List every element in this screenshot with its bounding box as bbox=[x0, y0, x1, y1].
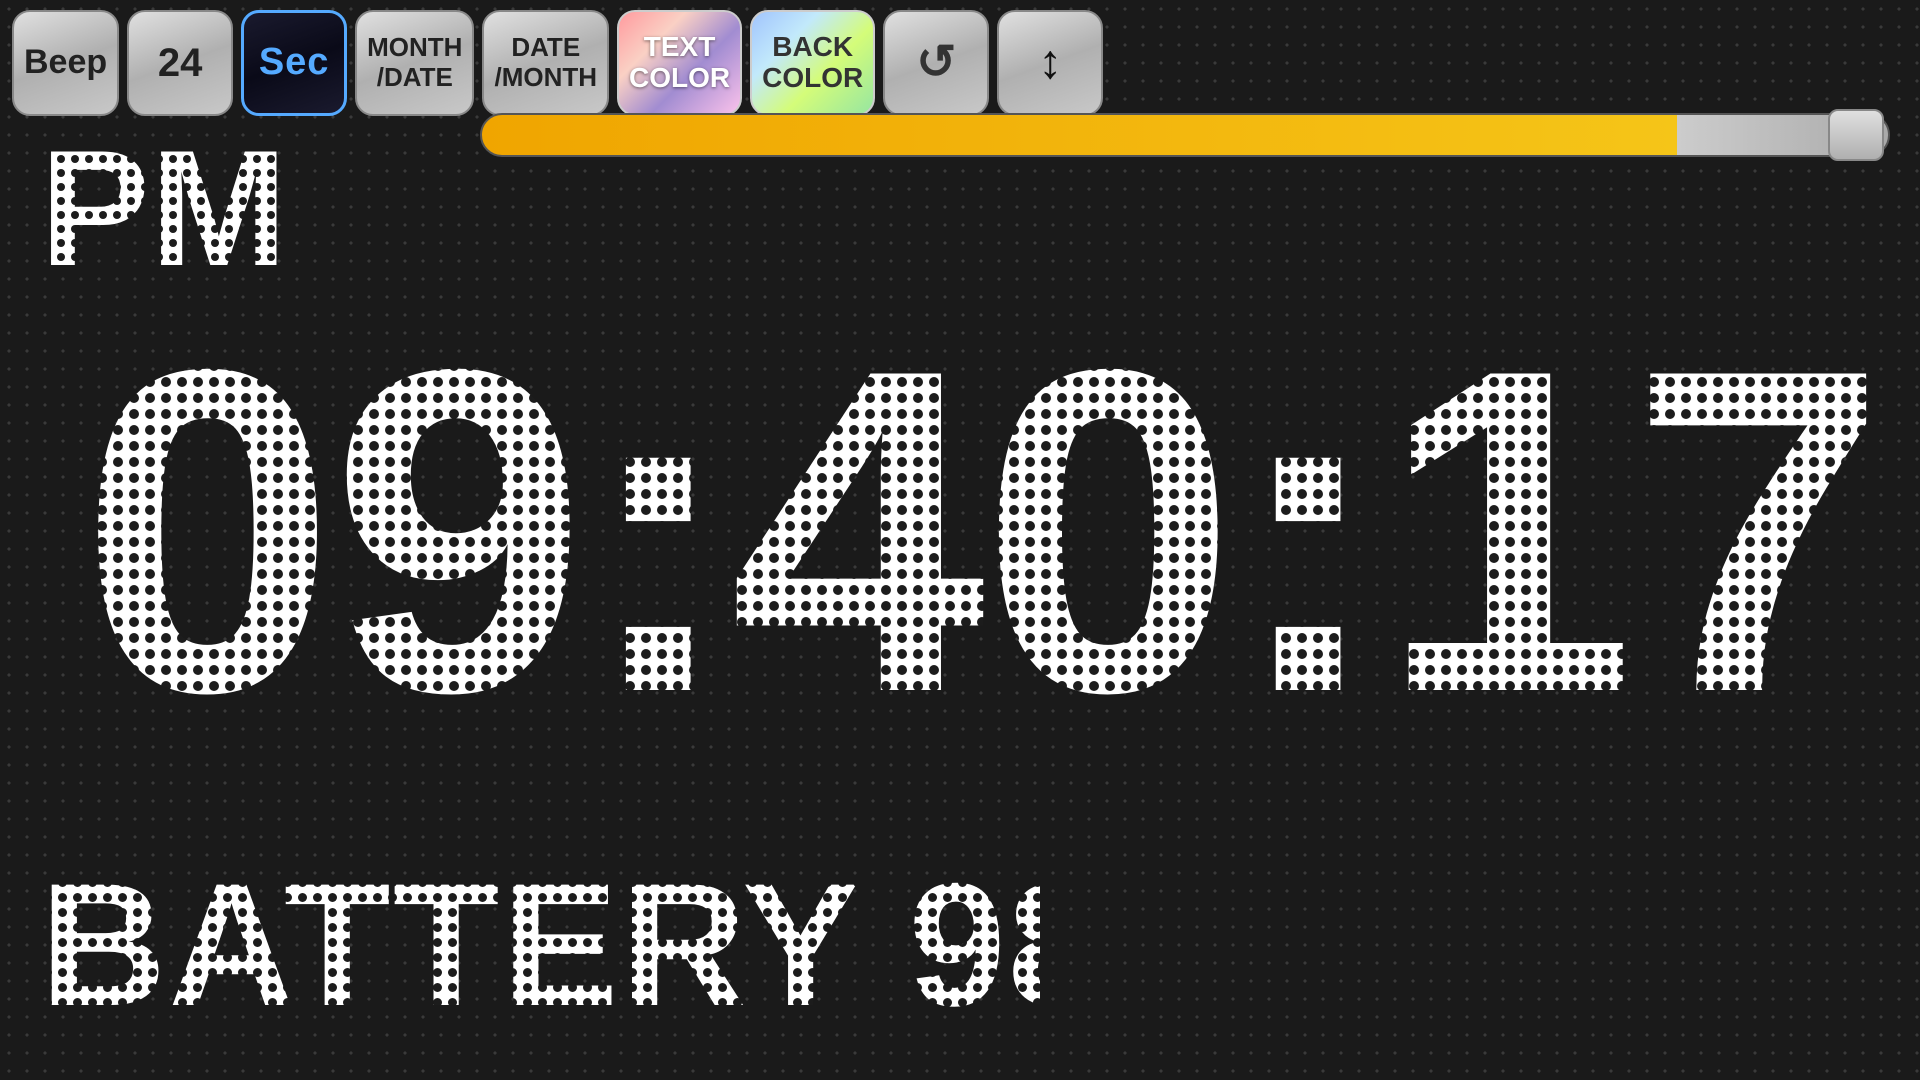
slider-track bbox=[480, 113, 1890, 157]
clock-display: 09:40:17 bbox=[30, 230, 1890, 730]
month-date-button[interactable]: MONTH /DATE bbox=[355, 10, 474, 116]
beep-button[interactable]: Beep bbox=[12, 10, 119, 116]
brightness-slider-area bbox=[480, 100, 1890, 170]
slider-thumb[interactable] bbox=[1828, 109, 1884, 161]
sec-button[interactable]: Sec bbox=[241, 10, 347, 116]
battery-display: BATTERY 98% bbox=[40, 830, 1040, 1030]
format-24-button[interactable]: 24 bbox=[127, 10, 233, 116]
